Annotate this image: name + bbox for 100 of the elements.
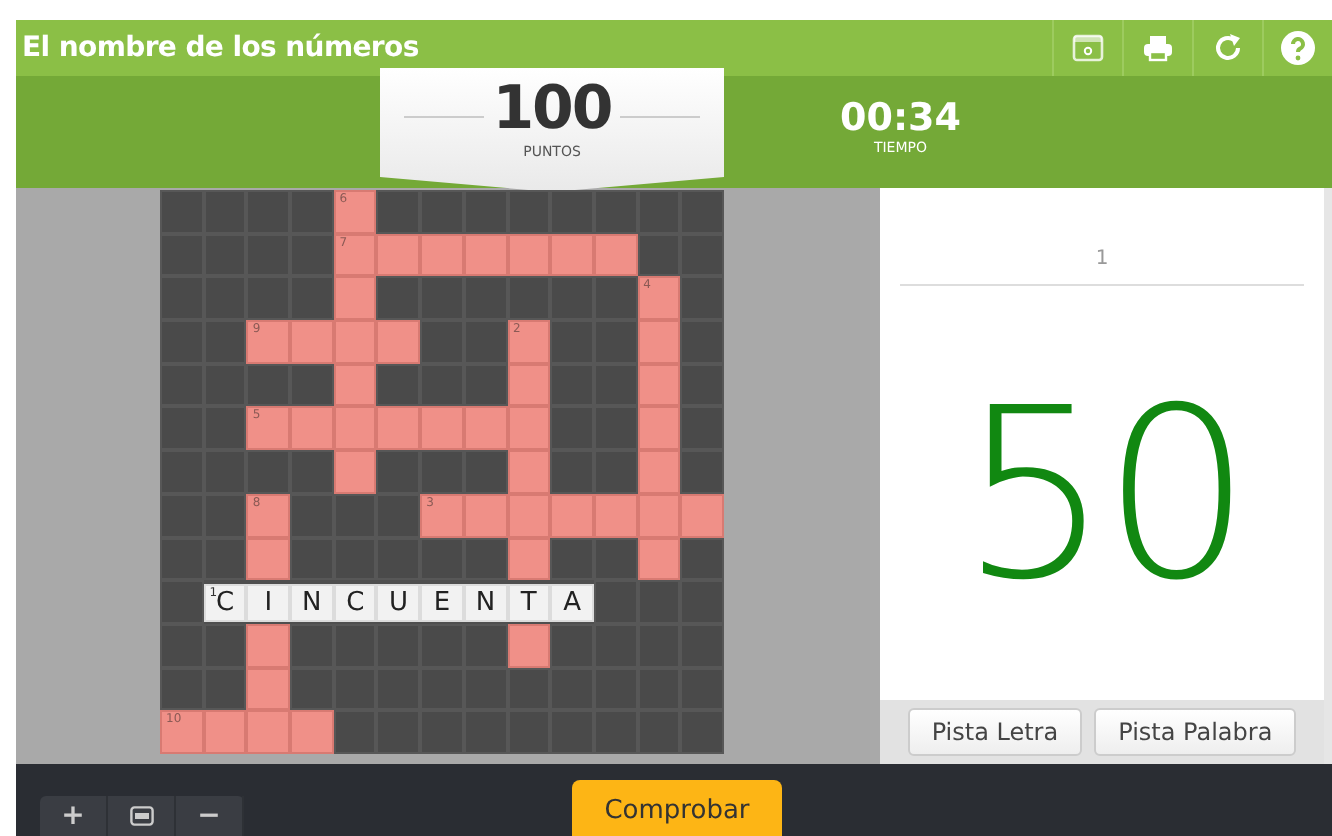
- crossword-cell[interactable]: [246, 710, 291, 754]
- answer-cell[interactable]: N: [290, 583, 334, 622]
- blocked-cell: [333, 667, 377, 711]
- clue-number: 1: [900, 248, 1304, 286]
- answer-cell[interactable]: I: [246, 583, 291, 622]
- crossword-cell[interactable]: [593, 493, 638, 538]
- blocked-cell: [463, 450, 508, 494]
- blocked-cell: [463, 667, 508, 711]
- crossword-cell[interactable]: [290, 710, 334, 754]
- blocked-cell: [637, 190, 681, 234]
- answer-cell[interactable]: A: [550, 583, 594, 622]
- crossword-cell[interactable]: [376, 320, 421, 364]
- blocked-cell: [507, 190, 551, 234]
- crossword-cell[interactable]: [637, 363, 681, 407]
- blocked-cell: [593, 363, 638, 407]
- blocked-cell: [160, 623, 204, 668]
- crossword-cell[interactable]: [376, 406, 421, 451]
- blocked-cell: [160, 363, 204, 407]
- crossword-cell[interactable]: [333, 276, 377, 321]
- cell-letter: T: [520, 587, 537, 618]
- cell-letter: U: [389, 587, 409, 618]
- blocked-cell: [290, 276, 334, 321]
- refresh-icon: [1212, 32, 1244, 64]
- crossword-cell[interactable]: [246, 537, 291, 581]
- answer-cell[interactable]: E: [420, 583, 464, 622]
- answer-cell[interactable]: N: [463, 583, 508, 622]
- blocked-cell: [376, 190, 421, 234]
- answer-cell[interactable]: C: [333, 583, 377, 622]
- blocked-cell: [550, 320, 594, 364]
- zoom-in-button[interactable]: +: [40, 796, 108, 836]
- blocked-cell: [463, 320, 508, 364]
- crossword-cell[interactable]: [420, 406, 464, 451]
- fullscreen-icon: [1072, 34, 1104, 62]
- crossword-cell[interactable]: [593, 233, 638, 277]
- blocked-cell: [420, 190, 464, 234]
- crossword-cell[interactable]: [507, 363, 551, 407]
- crossword-cell[interactable]: [550, 233, 594, 277]
- blocked-cell: [290, 623, 334, 668]
- crossword-cell[interactable]: [507, 233, 551, 277]
- crossword-cell[interactable]: [290, 406, 334, 451]
- blocked-cell: [550, 406, 594, 451]
- check-button[interactable]: Comprobar: [572, 780, 782, 836]
- crossword-cell[interactable]: [333, 320, 377, 364]
- blocked-cell: [290, 537, 334, 581]
- blocked-cell: [550, 190, 594, 234]
- crossword-cell[interactable]: [507, 450, 551, 494]
- crossword-cell[interactable]: [550, 493, 594, 538]
- crossword-cell[interactable]: [246, 667, 291, 711]
- blocked-cell: [593, 623, 638, 668]
- blocked-cell: [203, 190, 247, 234]
- crossword-cell[interactable]: [333, 363, 377, 407]
- crossword-cell[interactable]: [246, 623, 291, 668]
- blocked-cell: [333, 623, 377, 668]
- crossword-cell[interactable]: [637, 406, 681, 451]
- blocked-cell: [203, 623, 247, 668]
- blocked-cell: [550, 537, 594, 581]
- crossword-cell[interactable]: [290, 320, 334, 364]
- blocked-cell: [680, 406, 724, 451]
- answer-cell[interactable]: T: [507, 583, 551, 622]
- crossword-cell[interactable]: [637, 537, 681, 581]
- print-icon: [1142, 34, 1174, 62]
- blocked-cell: [463, 537, 508, 581]
- crossword-cell[interactable]: [333, 450, 377, 494]
- hint-button[interactable]: Pista Palabra: [1094, 708, 1297, 756]
- blocked-cell: [420, 537, 464, 581]
- crossword-cell[interactable]: [333, 406, 377, 451]
- crossword-cell[interactable]: [376, 233, 421, 277]
- blocked-cell: [160, 493, 204, 538]
- blocked-cell: [680, 710, 724, 754]
- clue-number-text: 50: [959, 375, 1245, 611]
- timer-value: 00:34: [840, 96, 961, 140]
- crossword-cell[interactable]: [637, 493, 681, 538]
- crossword-cell[interactable]: [637, 450, 681, 494]
- blocked-cell: [333, 710, 377, 754]
- blocked-cell: [203, 667, 247, 711]
- crossword-cell[interactable]: [203, 710, 247, 754]
- crossword-cell[interactable]: [463, 406, 508, 451]
- blocked-cell: [420, 450, 464, 494]
- crossword-cell[interactable]: [507, 493, 551, 538]
- blocked-cell: [290, 493, 334, 538]
- hint-button[interactable]: Pista Letra: [907, 708, 1083, 756]
- crossword-cell[interactable]: [420, 233, 464, 277]
- crossword-cell[interactable]: [680, 493, 724, 538]
- blocked-cell: [507, 710, 551, 754]
- crossword-cell[interactable]: [463, 233, 508, 277]
- blocked-cell: [593, 537, 638, 581]
- answer-cell[interactable]: U: [376, 583, 421, 622]
- zoom-out-button[interactable]: −: [176, 796, 244, 836]
- score-value: 100: [492, 76, 612, 144]
- blocked-cell: [420, 623, 464, 668]
- blocked-cell: [680, 450, 724, 494]
- crossword-cell[interactable]: [463, 493, 508, 538]
- blocked-cell: [246, 190, 291, 234]
- blocked-cell: [203, 493, 247, 538]
- blocked-cell: [550, 667, 594, 711]
- crossword-cell[interactable]: [507, 537, 551, 581]
- crossword-cell[interactable]: [507, 623, 551, 668]
- crossword-cell[interactable]: [637, 320, 681, 364]
- crossword-cell[interactable]: [507, 406, 551, 451]
- blocked-cell: [290, 233, 334, 277]
